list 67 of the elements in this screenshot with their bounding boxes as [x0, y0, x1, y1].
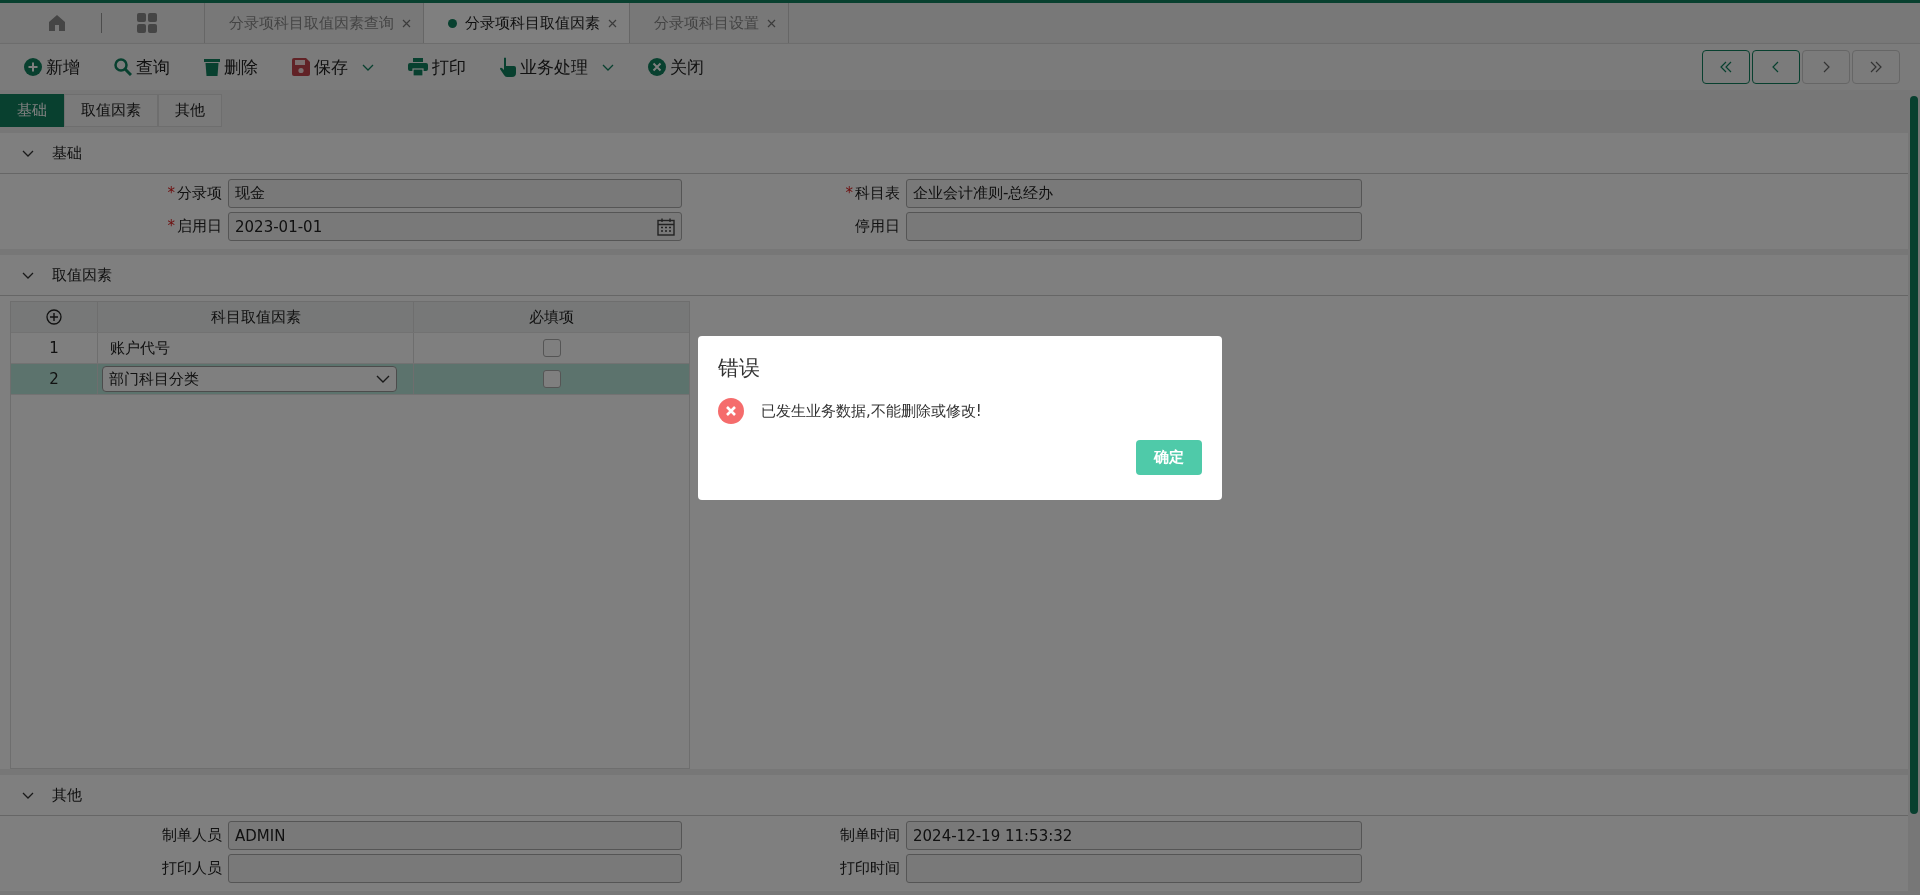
- chevron-down-icon: [376, 375, 390, 383]
- section-title: 取值因素: [52, 265, 112, 285]
- nav-first-button[interactable]: [1702, 50, 1750, 84]
- chevron-down-icon[interactable]: [22, 791, 34, 799]
- form-tab[interactable]: 取值因素: [64, 94, 158, 127]
- toolbar-button[interactable]: 新增: [24, 55, 80, 79]
- field-label: 制单人员: [161, 826, 222, 845]
- section-title: 基础: [52, 143, 82, 163]
- scrollbar[interactable]: [1910, 96, 1918, 814]
- input-field[interactable]: ADMIN: [228, 821, 682, 850]
- chevron-down-icon: [602, 63, 614, 71]
- add-row-icon[interactable]: [46, 309, 62, 325]
- input-field[interactable]: 2024-12-19 11:53:32: [906, 821, 1362, 850]
- error-message: 已发生业务数据,不能删除或修改!: [761, 401, 982, 421]
- field-label: 打印人员: [161, 859, 222, 878]
- chevron-down-icon[interactable]: [22, 271, 34, 279]
- page-tab[interactable]: 分录项科目取值因素: [423, 3, 629, 43]
- input-field[interactable]: 企业会计准则-总经办: [906, 179, 1362, 208]
- pointing-hand-icon: [500, 57, 516, 77]
- dialog-title: 错误: [718, 355, 761, 382]
- calendar-icon[interactable]: [657, 217, 675, 236]
- checkbox[interactable]: [542, 370, 561, 388]
- section-title: 其他: [52, 785, 82, 805]
- column-header: 必填项: [528, 306, 575, 328]
- form-tab[interactable]: 基础: [0, 94, 64, 127]
- printer-icon: [408, 58, 428, 76]
- toolbar-button[interactable]: 删除: [204, 55, 258, 79]
- close-icon[interactable]: [608, 18, 617, 28]
- toolbar-button[interactable]: 保存: [292, 55, 374, 79]
- row-number: 1: [49, 339, 59, 357]
- toolbar-button[interactable]: 打印: [408, 55, 466, 79]
- active-dot: [448, 18, 457, 28]
- row-number: 2: [49, 370, 59, 388]
- dropdown-field[interactable]: 部门科目分类: [102, 366, 397, 392]
- trash-icon: [204, 58, 220, 76]
- search-icon: [114, 58, 132, 76]
- error-icon: [718, 398, 744, 424]
- toolbar-button[interactable]: 查询: [114, 55, 170, 79]
- column-header: 科目取值因素: [98, 302, 414, 332]
- input-field[interactable]: 2023-01-01: [228, 212, 682, 241]
- table-cell: 账户代号: [110, 338, 170, 358]
- field-label: 停用日: [854, 217, 900, 236]
- close-icon[interactable]: [402, 18, 411, 28]
- plus-circle-icon: [24, 58, 42, 76]
- checkbox[interactable]: [542, 339, 561, 357]
- double-chevron-left-icon: [1720, 61, 1732, 73]
- nav-prev-button[interactable]: [1752, 50, 1800, 84]
- form-tab[interactable]: 其他: [158, 94, 222, 127]
- toolbar-button[interactable]: 关闭: [648, 55, 704, 79]
- toolbar-button[interactable]: 业务处理: [500, 55, 614, 79]
- close-icon[interactable]: [767, 18, 776, 28]
- input-field[interactable]: [906, 854, 1362, 883]
- home-icon[interactable]: [47, 14, 66, 32]
- input-field[interactable]: 现金: [228, 179, 682, 208]
- input-field[interactable]: [228, 854, 682, 883]
- close-circle-icon: [648, 58, 666, 76]
- table-row[interactable]: 2 部门科目分类: [11, 364, 689, 395]
- field-label: 制单时间: [839, 826, 900, 845]
- apps-grid-icon[interactable]: [136, 13, 157, 33]
- field-label: *科目表: [844, 184, 900, 203]
- chevron-down-icon: [362, 63, 374, 71]
- chevron-down-icon[interactable]: [22, 149, 34, 157]
- double-chevron-right-icon: [1870, 61, 1882, 73]
- input-field[interactable]: [906, 212, 1362, 241]
- field-label: 打印时间: [839, 859, 900, 878]
- field-label: *分录项: [166, 184, 222, 203]
- field-label: *启用日: [166, 217, 222, 236]
